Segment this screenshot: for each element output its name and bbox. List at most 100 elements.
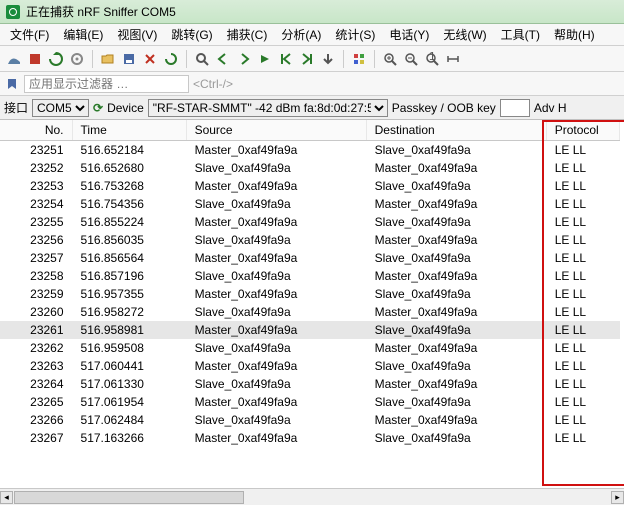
menu-capture[interactable]: 捕获(C): [221, 24, 274, 45]
cell-no: 23261: [0, 321, 72, 339]
table-row[interactable]: 23257516.856564Master_0xaf49fa9aSlave_0x…: [0, 249, 620, 267]
table-row[interactable]: 23256516.856035Slave_0xaf49fa9aMaster_0x…: [0, 231, 620, 249]
cell-no: 23265: [0, 393, 72, 411]
refresh-arrows-icon[interactable]: ⟳: [93, 101, 103, 115]
table-row[interactable]: 23252516.652680Slave_0xaf49fa9aMaster_0x…: [0, 159, 620, 177]
prev-icon[interactable]: [215, 51, 231, 67]
menu-view[interactable]: 视图(V): [111, 24, 163, 45]
zoom-out-icon[interactable]: [403, 51, 419, 67]
menu-analyze[interactable]: 分析(A): [275, 24, 327, 45]
cell-source: Master_0xaf49fa9a: [186, 213, 366, 231]
cell-destination: Slave_0xaf49fa9a: [366, 177, 546, 195]
cell-no: 23253: [0, 177, 72, 195]
horizontal-scrollbar[interactable]: ◂ ▸: [0, 488, 624, 505]
col-source[interactable]: Source: [186, 120, 366, 141]
table-row[interactable]: 23253516.753268Master_0xaf49fa9aSlave_0x…: [0, 177, 620, 195]
menu-help[interactable]: 帮助(H): [548, 24, 601, 45]
next-icon[interactable]: [236, 51, 252, 67]
col-protocol[interactable]: Protocol: [546, 120, 619, 141]
col-no[interactable]: No.: [0, 120, 72, 141]
cell-destination: Slave_0xaf49fa9a: [366, 213, 546, 231]
cell-protocol: LE LL: [546, 321, 619, 339]
restart-icon[interactable]: [48, 51, 64, 67]
last-icon[interactable]: [299, 51, 315, 67]
cell-time: 516.856035: [72, 231, 186, 249]
save-icon[interactable]: [121, 51, 137, 67]
scroll-right-icon[interactable]: ▸: [611, 491, 624, 504]
scroll-thumb[interactable]: [14, 491, 244, 504]
first-icon[interactable]: [278, 51, 294, 67]
table-row[interactable]: 23267517.163266Master_0xaf49fa9aSlave_0x…: [0, 429, 620, 447]
cell-time: 516.855224: [72, 213, 186, 231]
table-row[interactable]: 23264517.061330Slave_0xaf49fa9aMaster_0x…: [0, 375, 620, 393]
cell-protocol: LE LL: [546, 339, 619, 357]
table-row[interactable]: 23259516.957355Master_0xaf49fa9aSlave_0x…: [0, 285, 620, 303]
cell-source: Slave_0xaf49fa9a: [186, 195, 366, 213]
interface-label: 接口: [4, 99, 28, 116]
cell-destination: Slave_0xaf49fa9a: [366, 141, 546, 160]
cell-source: Master_0xaf49fa9a: [186, 177, 366, 195]
menu-telephony[interactable]: 电话(Y): [383, 24, 435, 45]
cell-protocol: LE LL: [546, 429, 619, 447]
menu-file[interactable]: 文件(F): [4, 24, 55, 45]
cell-time: 516.957355: [72, 285, 186, 303]
zoom-in-icon[interactable]: [382, 51, 398, 67]
menu-edit[interactable]: 编辑(E): [57, 24, 109, 45]
bookmark-icon[interactable]: [4, 76, 20, 92]
device-label: Device: [107, 101, 144, 115]
cell-protocol: LE LL: [546, 159, 619, 177]
device-bar: 接口 COM5 ⟳ Device "RF-STAR-SMMT" -42 dBm …: [0, 96, 624, 120]
cell-no: 23262: [0, 339, 72, 357]
scroll-left-icon[interactable]: ◂: [0, 491, 13, 504]
col-time[interactable]: Time: [72, 120, 186, 141]
table-row[interactable]: 23265517.061954Master_0xaf49fa9aSlave_0x…: [0, 393, 620, 411]
menu-goto[interactable]: 跳转(G): [165, 24, 218, 45]
cell-protocol: LE LL: [546, 177, 619, 195]
cell-time: 516.958981: [72, 321, 186, 339]
find-icon[interactable]: [194, 51, 210, 67]
table-row[interactable]: 23258516.857196Slave_0xaf49fa9aMaster_0x…: [0, 267, 620, 285]
table-row[interactable]: 23260516.958272Slave_0xaf49fa9aMaster_0x…: [0, 303, 620, 321]
options-icon[interactable]: [69, 51, 85, 67]
toolbar: 1: [0, 46, 624, 72]
cell-no: 23254: [0, 195, 72, 213]
menu-wireless[interactable]: 无线(W): [437, 24, 492, 45]
cell-no: 23263: [0, 357, 72, 375]
close-icon[interactable]: [142, 51, 158, 67]
colorize-icon[interactable]: [351, 51, 367, 67]
open-icon[interactable]: [100, 51, 116, 67]
cell-source: Master_0xaf49fa9a: [186, 249, 366, 267]
table-row[interactable]: 23255516.855224Master_0xaf49fa9aSlave_0x…: [0, 213, 620, 231]
cell-protocol: LE LL: [546, 393, 619, 411]
stop-icon[interactable]: [27, 51, 43, 67]
resize-columns-icon[interactable]: [445, 51, 461, 67]
interface-select[interactable]: COM5: [32, 99, 89, 117]
table-row[interactable]: 23262516.959508Slave_0xaf49fa9aMaster_0x…: [0, 339, 620, 357]
display-filter-input[interactable]: [24, 75, 189, 93]
filter-bar: <Ctrl-/>: [0, 72, 624, 96]
col-destination[interactable]: Destination: [366, 120, 546, 141]
shark-fin-icon[interactable]: [6, 51, 22, 67]
device-select[interactable]: "RF-STAR-SMMT" -42 dBm fa:8d:0d:27:50: [148, 99, 388, 117]
autoscroll-icon[interactable]: [320, 51, 336, 67]
cell-time: 517.061954: [72, 393, 186, 411]
reload-icon[interactable]: [163, 51, 179, 67]
menu-stats[interactable]: 统计(S): [329, 24, 381, 45]
menu-tools[interactable]: 工具(T): [495, 24, 546, 45]
table-row[interactable]: 23263517.060441Master_0xaf49fa9aSlave_0x…: [0, 357, 620, 375]
table-row[interactable]: 23266517.062484Slave_0xaf49fa9aMaster_0x…: [0, 411, 620, 429]
cell-source: Master_0xaf49fa9a: [186, 285, 366, 303]
table-row[interactable]: 23261516.958981Master_0xaf49fa9aSlave_0x…: [0, 321, 620, 339]
passkey-label: Passkey / OOB key: [392, 101, 496, 115]
cell-source: Master_0xaf49fa9a: [186, 393, 366, 411]
passkey-input[interactable]: [500, 99, 530, 117]
table-row[interactable]: 23254516.754356Slave_0xaf49fa9aMaster_0x…: [0, 195, 620, 213]
zoom-reset-icon[interactable]: 1: [424, 51, 440, 67]
cell-time: 516.652184: [72, 141, 186, 160]
goto-packet-icon[interactable]: [257, 51, 273, 67]
table-row[interactable]: 23251516.652184Master_0xaf49fa9aSlave_0x…: [0, 141, 620, 160]
title-bar: 正在捕获 nRF Sniffer COM5: [0, 0, 624, 24]
cell-no: 23267: [0, 429, 72, 447]
cell-destination: Master_0xaf49fa9a: [366, 231, 546, 249]
packet-list[interactable]: No. Time Source Destination Protocol 232…: [0, 120, 624, 488]
